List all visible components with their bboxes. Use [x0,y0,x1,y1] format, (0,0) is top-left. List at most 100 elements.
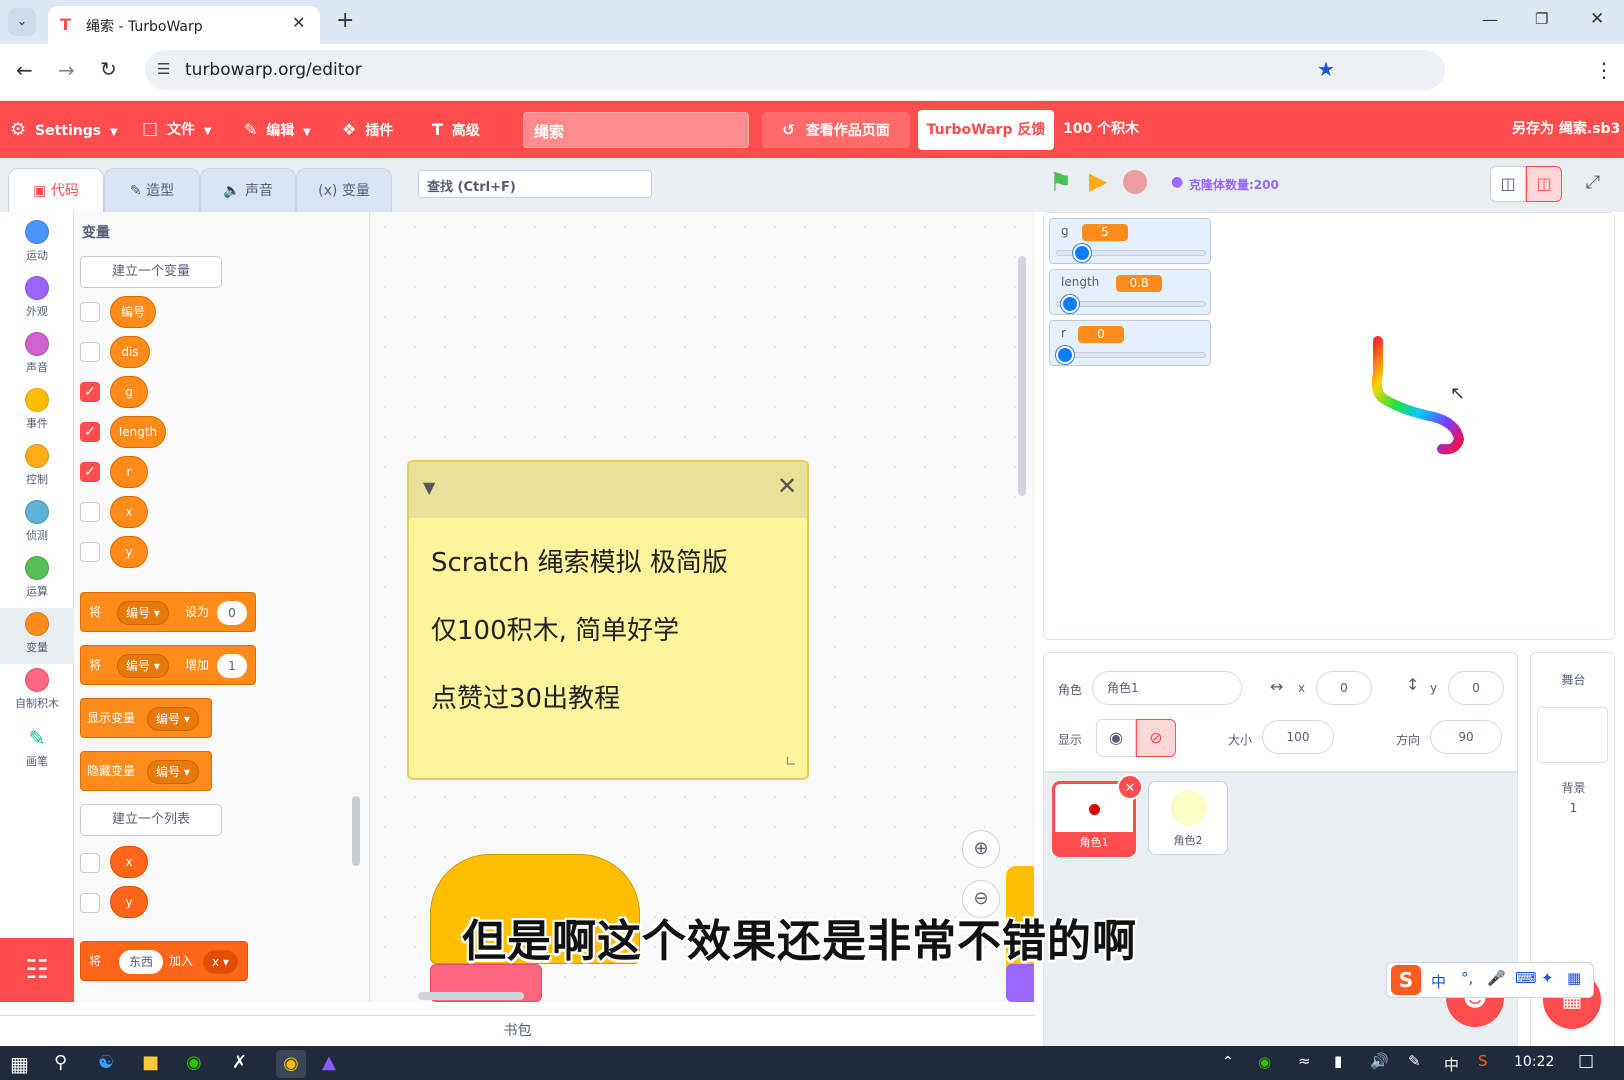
search-icon[interactable]: ⚲ [54,1052,67,1073]
make-list-button[interactable]: 建立一个列表 [80,804,222,836]
variable-monitor[interactable]: length 0.8 [1049,269,1211,315]
sprite-tile-selected[interactable]: 角色1 ✕ [1052,774,1143,857]
set-variable-block[interactable]: 将 编号 ▾ 设为 0 [80,592,256,632]
green-flag-icon[interactable]: ⚑ [1049,168,1072,198]
wechat-icon[interactable]: ◉ [186,1052,202,1073]
forward-icon[interactable]: → [58,58,75,82]
reload-icon[interactable]: ↻ [100,57,117,81]
drop-app-icon[interactable]: ▲ [322,1052,336,1073]
url-field[interactable]: ☰ turbowarp.org/editor ★ [145,50,1445,90]
site-info-icon[interactable]: ☰ [157,60,170,78]
variable-dropdown[interactable]: 编号 ▾ [147,707,199,731]
variable-checkbox[interactable] [80,342,100,362]
hide-sprite-button[interactable]: ⊘ [1136,719,1176,757]
add-extension-button[interactable]: ☷ [0,938,74,1002]
addons-menu[interactable]: ❖ 插件 [342,101,393,158]
tab-sounds[interactable]: 🔈 声音 [200,168,296,212]
list-checkbox[interactable] [80,853,100,873]
variable-reporter[interactable]: r [110,456,148,488]
browser-menu-icon[interactable]: ⋮ [1594,58,1614,82]
size-input[interactable]: 100 [1262,720,1334,754]
monitor-slider-knob[interactable] [1073,244,1092,262]
backpack[interactable]: 书包 [0,1015,1035,1045]
variable-reporter[interactable]: length [110,416,166,448]
tab-variables[interactable]: (x) 变量 [296,168,392,212]
resize-handle-icon[interactable]: ∟ [785,754,797,770]
list-reporter[interactable]: y [110,886,148,918]
variable-reporter[interactable]: g [110,376,148,408]
settings-menu[interactable]: ⚙ Settings ▼ [10,101,118,158]
category-looks[interactable]: 外观 [0,276,74,319]
script-scrollbar-horizontal[interactable] [418,992,524,1000]
variable-checkbox[interactable] [80,542,100,562]
note-header[interactable]: ▼ ✕ [409,462,807,518]
ime-toolbar[interactable]: S 中 °, 🎤 ⌨ ✦ ▦ [1386,962,1594,998]
make-variable-button[interactable]: 建立一个变量 [80,256,222,288]
clock[interactable]: 10:22 [1514,1054,1554,1070]
bookmark-star-icon[interactable]: ★ [1317,57,1335,81]
battery-icon[interactable]: ▮ [1334,1052,1342,1070]
see-project-page-button[interactable]: ↺ 查看作品页面 [762,112,910,148]
save-as-label[interactable]: 另存为 绳索.sb3 [1512,101,1620,158]
volume-icon[interactable]: 🔊 [1370,1052,1389,1070]
advanced-menu[interactable]: T 高级 [432,101,480,158]
edit-menu[interactable]: ✎ 编辑 ▼ [244,101,311,158]
number-input[interactable]: 0 [217,601,247,625]
chrome-icon[interactable]: ◉ [276,1050,306,1078]
collapse-icon[interactable]: ▼ [423,478,435,497]
sprite-tile[interactable]: 角色2 [1148,781,1228,855]
close-icon[interactable]: ✕ [777,472,797,500]
category-variables[interactable]: 变量 [0,608,74,664]
tab-costumes[interactable]: ✎ 造型 [104,168,200,212]
small-stage-button[interactable]: ◫ [1490,166,1526,202]
script-scrollbar-vertical[interactable] [1018,256,1026,496]
variable-checkbox[interactable]: ✓ [80,382,100,402]
sprite-name-input[interactable]: 角色1 [1092,671,1242,705]
notifications-icon[interactable]: □ [1578,1051,1594,1071]
fullscreen-button[interactable]: ⤢ [1575,166,1611,202]
category-control[interactable]: 控制 [0,444,74,487]
close-tab-icon[interactable]: ✕ [292,13,305,32]
variable-dropdown[interactable]: 编号 ▾ [147,760,199,784]
restore-icon[interactable]: ❐ [1535,10,1548,28]
variable-checkbox[interactable]: ✓ [80,462,100,482]
delete-sprite-icon[interactable]: ✕ [1117,774,1143,800]
project-title-input[interactable]: 绳索 [523,112,749,148]
tray-app-icon[interactable]: ◉ [1258,1053,1271,1071]
variable-checkbox[interactable] [80,502,100,522]
tab-list-dropdown[interactable]: ⌄ [8,8,36,36]
change-variable-block[interactable]: 将 编号 ▾ 增加 1 [80,645,256,685]
monitor-slider-knob[interactable] [1061,295,1080,313]
category-events[interactable]: 事件 [0,388,74,431]
tray-chevron-icon[interactable]: ⌃ [1222,1054,1234,1070]
normal-stage-button[interactable]: ◫ [1526,166,1562,202]
pen-tray-icon[interactable]: ✎ [1408,1052,1421,1070]
new-tab-icon[interactable]: + [336,8,354,33]
minimize-icon[interactable]: — [1482,10,1498,29]
y-input[interactable]: 0 [1448,671,1504,705]
close-window-icon[interactable]: ✕ [1590,9,1604,29]
back-icon[interactable]: ← [16,58,33,82]
category-pen[interactable]: ✎ 画笔 [0,726,74,769]
variable-reporter[interactable]: y [110,536,148,568]
list-reporter[interactable]: x [110,846,148,878]
show-sprite-button[interactable]: ◉ [1096,719,1136,757]
variable-dropdown[interactable]: 编号 ▾ [117,601,169,625]
monitor-slider-track[interactable] [1056,352,1206,358]
hide-variable-block[interactable]: 隐藏变量 编号 ▾ [80,751,212,791]
stop-icon[interactable] [1123,170,1147,194]
file-menu[interactable]: □ 文件 ▼ [142,101,212,158]
browser-tab[interactable]: T 绳索 - TurboWarp ✕ [48,6,320,44]
add-to-list-block[interactable]: 将 东西 加入 x ▾ [80,941,248,981]
sogou-tray-icon[interactable]: S [1478,1052,1488,1070]
variable-dropdown[interactable]: 编号 ▾ [117,654,169,678]
ime-tray-label[interactable]: 中 [1444,1054,1459,1075]
palette-scrollbar[interactable] [352,796,360,866]
number-input[interactable]: 1 [217,654,247,678]
x-input[interactable]: 0 [1316,671,1372,705]
comment-note[interactable]: ▼ ✕ Scratch 绳索模拟 极简版 仅100积木, 简单好学 点赞过30出… [407,460,809,780]
category-operators[interactable]: 运算 [0,556,74,599]
file-explorer-icon[interactable]: ■ [142,1052,159,1073]
zoom-in-icon[interactable]: ⊕ [962,830,1000,868]
category-my-blocks[interactable]: 自制积木 [0,668,74,711]
